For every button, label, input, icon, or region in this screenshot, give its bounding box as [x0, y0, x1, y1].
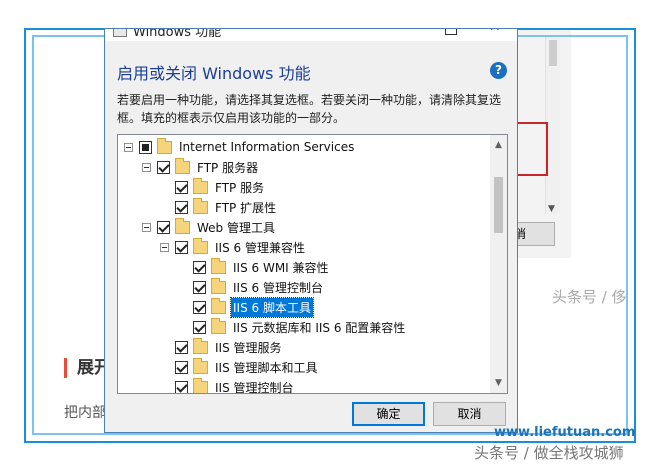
feature-checkbox[interactable] [175, 240, 188, 254]
folder-icon [157, 137, 172, 154]
dialog-description: 若要启用一种功能，请选择其复选框。若要关闭一种功能，请清除其复选框。填充的框表示… [117, 93, 502, 125]
tree-scrollbar[interactable]: ▲ ▼ [490, 135, 507, 393]
ok-button[interactable]: 确定 [352, 402, 425, 426]
folder-icon [175, 157, 190, 174]
feature-checkbox[interactable] [193, 280, 206, 294]
feature-label[interactable]: IIS 管理服务 [213, 338, 284, 357]
feature-label[interactable]: IIS 6 脚本工具 [230, 296, 314, 318]
folder-icon [211, 277, 226, 294]
feature-checkbox[interactable] [157, 160, 170, 174]
feature-label[interactable]: IIS 元数据库和 IIS 6 配置兼容性 [231, 318, 407, 337]
folder-icon [193, 337, 208, 354]
folder-icon [193, 177, 208, 194]
tree-node[interactable]: IIS 6 脚本工具 [178, 296, 314, 318]
tree-node[interactable]: IIS 6 管理控制台 [178, 277, 325, 297]
folder-icon [193, 377, 208, 393]
tree-node[interactable]: IIS 管理控制台 [160, 377, 296, 394]
feature-label[interactable]: FTP 服务 [213, 178, 266, 197]
collapse-icon[interactable] [142, 162, 151, 172]
folder-icon [193, 197, 208, 214]
author-watermark: 头条号 / 做全栈攻城狮 [474, 444, 624, 462]
maximize-icon[interactable] [445, 29, 457, 35]
scroll-up-arrow-icon[interactable]: ▲ [490, 137, 507, 153]
feature-checkbox[interactable] [157, 220, 170, 234]
feature-checkbox[interactable] [175, 180, 188, 194]
feature-checkbox[interactable] [139, 140, 152, 154]
feature-checkbox[interactable] [175, 340, 188, 354]
close-icon[interactable]: ✕ [489, 29, 501, 35]
folder-icon [193, 237, 208, 254]
folder-icon [175, 217, 190, 234]
feature-checkbox[interactable] [175, 380, 188, 393]
feature-label[interactable]: Internet Information Services [177, 139, 356, 155]
feature-label[interactable]: FTP 服务器 [195, 158, 260, 177]
feature-label[interactable]: IIS 6 管理控制台 [231, 278, 325, 297]
tree-node[interactable]: IIS 6 管理兼容性 [160, 237, 307, 257]
tree-node[interactable]: FTP 服务 [160, 177, 266, 197]
cancel-button[interactable]: 取消 [433, 402, 506, 426]
features-tree: Internet Information Services FTP 服务器 FTP … [117, 134, 508, 394]
feature-label[interactable]: Web 管理工具 [195, 218, 277, 237]
collapse-icon[interactable] [160, 242, 169, 252]
feature-label[interactable]: IIS 6 管理兼容性 [213, 238, 307, 257]
folder-icon [193, 357, 208, 374]
folder-icon [211, 297, 226, 314]
tree-node[interactable]: IIS 6 WMI 兼容性 [178, 257, 331, 277]
tree-scroll-thumb[interactable] [494, 177, 503, 233]
feature-checkbox[interactable] [175, 360, 188, 374]
feature-checkbox[interactable] [193, 260, 206, 274]
tree-node[interactable]: IIS 管理脚本和工具 [160, 357, 320, 377]
tree-node[interactable]: IIS 元数据库和 IIS 6 配置兼容性 [178, 317, 407, 337]
dialog-heading: 启用或关闭 Windows 功能 [117, 64, 311, 83]
tree-node[interactable]: Internet Information Services [124, 137, 356, 157]
feature-checkbox[interactable] [175, 200, 188, 214]
collapse-icon[interactable] [124, 142, 133, 152]
tree-node[interactable]: FTP 扩展性 [160, 197, 278, 217]
collapse-icon[interactable] [142, 222, 151, 232]
window-icon [113, 29, 127, 37]
site-watermark: www.liefutuan.com [494, 425, 636, 440]
tree-node[interactable]: Web 管理工具 [142, 217, 277, 237]
feature-checkbox[interactable] [193, 320, 206, 334]
help-icon[interactable]: ? [490, 62, 507, 79]
scroll-down-arrow-icon[interactable]: ▼ [490, 375, 507, 391]
tree-node[interactable]: IIS 管理服务 [160, 337, 284, 357]
feature-label[interactable]: IIS 管理控制台 [213, 378, 296, 394]
feature-label[interactable]: IIS 管理脚本和工具 [213, 358, 320, 377]
folder-icon [211, 257, 226, 274]
feature-checkbox[interactable] [193, 300, 206, 314]
tree-node[interactable]: FTP 服务器 [142, 157, 260, 177]
folder-icon [211, 317, 226, 334]
windows-features-dialog: Windows 功能 ✕ 启用或关闭 Windows 功能 ? 若要启用一种功能… [104, 28, 518, 433]
feature-label[interactable]: IIS 6 WMI 兼容性 [231, 258, 331, 277]
title-bar[interactable]: Windows 功能 ✕ [105, 28, 517, 41]
window-title: Windows 功能 [133, 28, 222, 40]
feature-label[interactable]: FTP 扩展性 [213, 198, 278, 217]
